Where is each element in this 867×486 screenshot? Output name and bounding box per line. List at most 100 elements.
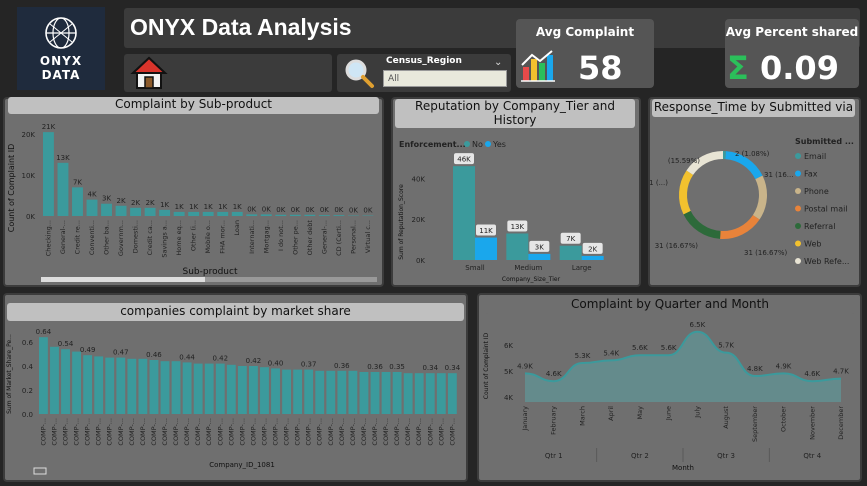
- chart4-bar[interactable]: [94, 356, 104, 414]
- chart2-data-label: 11K: [479, 227, 493, 235]
- chart4-ytick: 0.4: [22, 363, 34, 371]
- chart4-bar[interactable]: [260, 367, 269, 414]
- chart4-bar[interactable]: [215, 363, 225, 414]
- chart4-bar[interactable]: [403, 373, 413, 414]
- chart1-bar[interactable]: [115, 205, 127, 216]
- chart1-bar[interactable]: [318, 215, 330, 216]
- chart1-category-label: Mortgag...: [262, 220, 270, 253]
- chart4-bar[interactable]: [304, 369, 314, 414]
- chart2-bar[interactable]: [453, 166, 475, 260]
- chart4-bar[interactable]: [171, 361, 181, 414]
- chart3-slice[interactable]: [752, 175, 767, 220]
- chart1-category-label: Checking...: [44, 220, 52, 256]
- chart1-bar[interactable]: [72, 187, 83, 216]
- chart1-bar[interactable]: [246, 214, 258, 216]
- chart2-ytick: 20K: [412, 216, 426, 224]
- chart1-bar[interactable]: [231, 211, 243, 216]
- census-region-value: All: [388, 74, 400, 84]
- chart1-bar[interactable]: [144, 207, 156, 216]
- chart4-category-label: COMP-...: [393, 418, 401, 446]
- chart4-category-label: COMP-...: [305, 418, 313, 446]
- chart1-ytick: 10K: [22, 172, 36, 180]
- chart2-bar[interactable]: [559, 245, 582, 260]
- chart4-category-label: COMP-...: [448, 418, 456, 446]
- chart4-bar[interactable]: [193, 363, 203, 414]
- chart3-legend-title: Submitted ...: [795, 137, 854, 146]
- chart4-bar[interactable]: [348, 370, 358, 414]
- chart1-bar[interactable]: [275, 214, 287, 216]
- chart4-bar[interactable]: [271, 368, 280, 414]
- chart1-bar[interactable]: [57, 162, 69, 216]
- chart4-bar[interactable]: [204, 363, 214, 414]
- chart5-quarter-label: Qtr 1: [545, 452, 563, 460]
- chart5-month-label: July: [693, 406, 701, 419]
- chart4-bar[interactable]: [72, 351, 81, 414]
- chart5-data-label: 5.3K: [575, 352, 591, 360]
- chart3-legend-swatch: [795, 223, 801, 229]
- chart1-bar[interactable]: [260, 214, 272, 216]
- chart3-slice[interactable]: [683, 210, 721, 239]
- chart3-legend-swatch: [795, 258, 801, 264]
- chart4-bar[interactable]: [436, 373, 446, 414]
- census-region-select[interactable]: All: [383, 70, 507, 87]
- chart4-bar[interactable]: [50, 346, 59, 414]
- chart1-bar[interactable]: [304, 214, 316, 216]
- chart1-bar[interactable]: [173, 211, 185, 216]
- chart2-bar[interactable]: [528, 253, 551, 260]
- chart4-bar[interactable]: [447, 373, 457, 414]
- filter-label: Census_Region: [386, 56, 462, 66]
- chart1-scroll-thumb[interactable]: [41, 277, 205, 282]
- chart4-bar[interactable]: [337, 370, 347, 414]
- chart1-bar[interactable]: [289, 214, 301, 216]
- chart1-bar[interactable]: [43, 132, 54, 216]
- chart1-category-label: Governm...: [117, 220, 125, 256]
- chart1-bar[interactable]: [101, 203, 112, 216]
- chart4-category-label: COMP-...: [404, 418, 412, 446]
- chart4-bar[interactable]: [282, 369, 291, 414]
- chart4-category-label: COMP-...: [161, 418, 169, 446]
- chart4-bar[interactable]: [105, 357, 115, 414]
- home-button[interactable]: [130, 55, 168, 91]
- chart4-scrollbar[interactable]: [33, 467, 47, 475]
- chart4-bar[interactable]: [381, 372, 391, 414]
- chart4-bar[interactable]: [315, 370, 325, 414]
- chart4-bar[interactable]: [326, 370, 336, 414]
- chart3-slice[interactable]: [679, 170, 694, 215]
- chart4-bar[interactable]: [249, 366, 258, 414]
- chart4-bar[interactable]: [392, 372, 402, 414]
- chevron-down-icon[interactable]: ⌄: [494, 57, 502, 68]
- chart4-bar[interactable]: [127, 358, 137, 414]
- home-icon: [130, 56, 168, 89]
- chart1-data-label: 1K: [160, 201, 169, 209]
- chart4-bar[interactable]: [61, 349, 70, 414]
- chart4-bar[interactable]: [370, 372, 380, 414]
- chart4-bar[interactable]: [160, 361, 170, 414]
- chart1-bar[interactable]: [217, 211, 229, 216]
- chart4-bar[interactable]: [237, 366, 247, 414]
- chart4-bar[interactable]: [138, 358, 148, 414]
- chart4-data-label: 0.34: [445, 364, 461, 372]
- chart1-bar[interactable]: [130, 207, 142, 216]
- chart4-bar[interactable]: [293, 369, 303, 414]
- chart4-title: companies complaint by market share: [7, 303, 464, 321]
- chart2-bar[interactable]: [506, 233, 529, 260]
- chart4-bar[interactable]: [414, 373, 424, 414]
- chart1-bar[interactable]: [202, 211, 214, 216]
- chart4-bar[interactable]: [83, 355, 93, 414]
- chart2-bar[interactable]: [581, 255, 604, 260]
- chart1-bar[interactable]: [86, 199, 98, 216]
- chart1-bar[interactable]: [188, 211, 200, 216]
- chart4-bar[interactable]: [182, 362, 192, 414]
- chart4-bar[interactable]: [359, 372, 369, 414]
- chart4-bar[interactable]: [149, 360, 159, 414]
- chart3-slice[interactable]: [720, 215, 760, 239]
- chart4-bar[interactable]: [425, 373, 435, 414]
- chart1-bar[interactable]: [159, 209, 171, 216]
- chart4-bar[interactable]: [116, 357, 126, 414]
- chart1-bar[interactable]: [333, 215, 345, 216]
- kpi-avg-complaint-label: Avg Complaint: [535, 25, 635, 39]
- chart4-bar[interactable]: [226, 364, 236, 414]
- chart2-bar[interactable]: [475, 237, 497, 260]
- chart1-category-label: Home eq...: [175, 220, 183, 256]
- chart4-bar[interactable]: [39, 337, 48, 414]
